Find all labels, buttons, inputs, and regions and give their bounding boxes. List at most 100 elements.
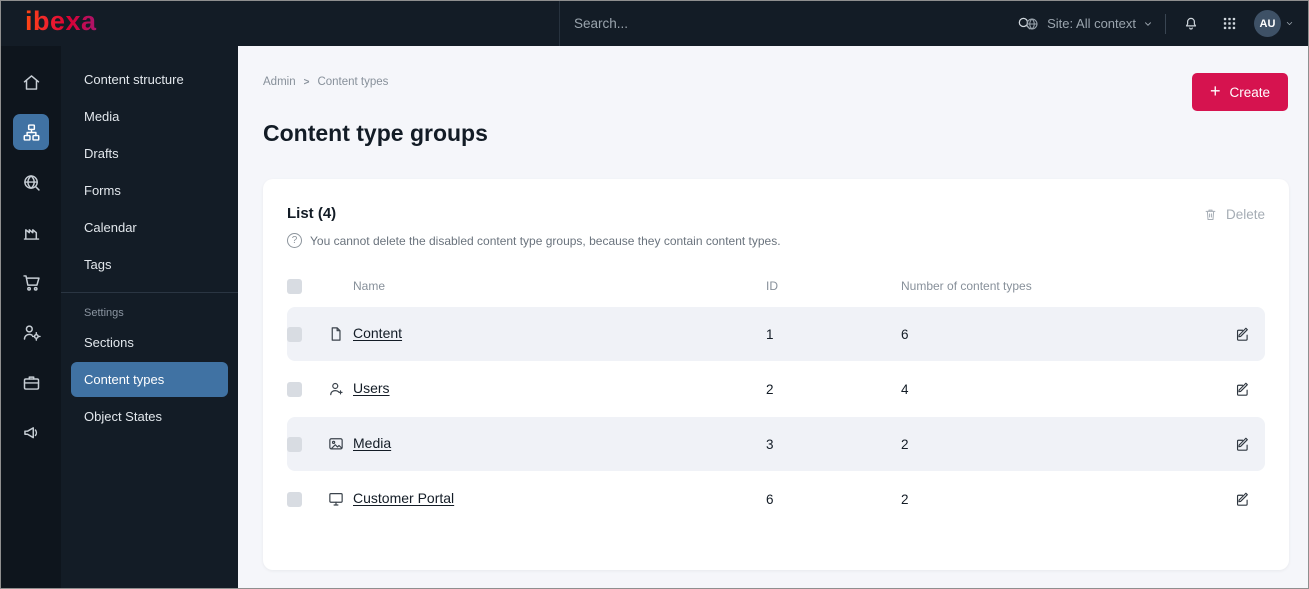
- topbar-right-cluster: Site: All context AU: [1024, 1, 1294, 46]
- group-link[interactable]: Media: [353, 435, 391, 451]
- row-checkbox[interactable]: [287, 326, 302, 342]
- rail-marketing-button[interactable]: [13, 414, 49, 450]
- breadcrumb-current: Content types: [317, 76, 389, 88]
- page-title: Content type groups: [263, 120, 488, 146]
- sidebar-item-calendar[interactable]: Calendar: [71, 210, 228, 245]
- rail-site-button[interactable]: [13, 164, 49, 200]
- icon-rail: [1, 46, 61, 588]
- site-search-icon: [23, 174, 40, 191]
- breadcrumb-admin[interactable]: Admin: [263, 76, 296, 88]
- create-button[interactable]: + Create: [1191, 73, 1288, 111]
- users-icon: [327, 380, 353, 398]
- group-id: 3: [766, 436, 774, 452]
- sidebar-item-tags[interactable]: Tags: [71, 247, 228, 282]
- sidebar-item-content-types[interactable]: Content types: [71, 362, 228, 397]
- group-count: 4: [901, 381, 909, 397]
- column-header-id: ID: [766, 279, 778, 293]
- commerce-cart-icon: [22, 274, 40, 291]
- sidebar-item-media[interactable]: Media: [71, 99, 228, 134]
- create-button-label: Create: [1229, 84, 1270, 100]
- ibexa-logo: ibexa: [25, 6, 97, 36]
- marketing-megaphone-icon: [23, 426, 37, 438]
- help-text: You cannot delete the disabled content t…: [310, 233, 781, 248]
- rail-admin-button[interactable]: [13, 364, 49, 400]
- main-content: Admin > Content types + Create Content t…: [238, 46, 1308, 588]
- rail-personalization-button[interactable]: [13, 314, 49, 350]
- list-title: List (4): [287, 205, 337, 222]
- breadcrumb-separator: >: [303, 76, 310, 88]
- edit-button[interactable]: [1234, 381, 1251, 398]
- content-type-groups-table: Name ID Number of content types Content …: [287, 266, 1265, 526]
- sidebar-item-drafts[interactable]: Drafts: [71, 136, 228, 171]
- chevron-down-icon: [1143, 19, 1153, 29]
- edit-button[interactable]: [1234, 326, 1251, 343]
- select-all-checkbox[interactable]: [287, 278, 302, 294]
- group-count: 2: [901, 491, 909, 507]
- top-bar: ibexa Site: All context: [1, 1, 1308, 46]
- site-context-selector[interactable]: Site: All context: [1024, 16, 1153, 32]
- trash-icon: [1205, 209, 1216, 220]
- personalization-icon: [23, 324, 41, 341]
- globe-icon: [1024, 16, 1040, 32]
- row-checkbox[interactable]: [287, 381, 302, 397]
- product-catalog-icon: [23, 228, 39, 240]
- avatar: AU: [1254, 10, 1281, 37]
- table-row: Users 2 4: [287, 362, 1265, 416]
- row-checkbox[interactable]: [287, 491, 302, 507]
- table-header-row: Name ID Number of content types: [287, 266, 1265, 306]
- notifications-button[interactable]: [1178, 11, 1204, 37]
- home-icon: [23, 74, 39, 90]
- site-context-label: Site: All context: [1047, 16, 1136, 31]
- group-id: 1: [766, 326, 774, 342]
- rail-content-structure-button[interactable]: [13, 114, 49, 150]
- group-count: 2: [901, 436, 909, 452]
- admin-toolbox-icon: [23, 375, 39, 390]
- customer-portal-icon: [327, 490, 353, 508]
- group-id: 6: [766, 491, 774, 507]
- edit-icon: [1236, 327, 1248, 341]
- user-menu[interactable]: AU: [1254, 10, 1294, 37]
- row-checkbox[interactable]: [287, 436, 302, 452]
- sidebar-divider: [61, 292, 238, 293]
- group-link[interactable]: Users: [353, 380, 390, 396]
- content-type-groups-card: List (4) ? You cannot delete the disable…: [263, 179, 1289, 570]
- media-image-icon: [327, 435, 353, 453]
- column-header-count: Number of content types: [901, 279, 1032, 293]
- app-switcher-button[interactable]: [1216, 11, 1242, 37]
- edit-button[interactable]: [1234, 436, 1251, 453]
- rail-home-button[interactable]: [13, 64, 49, 100]
- sidebar-item-sections[interactable]: Sections: [71, 325, 228, 360]
- table-row: Content 1 6: [287, 307, 1265, 361]
- sidebar-item-forms[interactable]: Forms: [71, 173, 228, 208]
- sidebar-item-content-structure[interactable]: Content structure: [71, 62, 228, 97]
- column-header-name: Name: [353, 279, 386, 293]
- content-file-icon: [327, 325, 353, 343]
- group-link[interactable]: Content: [353, 325, 402, 341]
- grid-icon: [1223, 17, 1235, 30]
- group-link[interactable]: Customer Portal: [353, 490, 454, 506]
- global-search: [559, 1, 1051, 46]
- rail-commerce-button[interactable]: [13, 264, 49, 300]
- group-count: 6: [901, 326, 909, 342]
- search-input[interactable]: [574, 16, 1011, 31]
- table-row: Media 3 2: [287, 417, 1265, 471]
- table-row: Customer Portal 6 2: [287, 472, 1265, 526]
- delete-button[interactable]: Delete: [1203, 207, 1265, 222]
- bell-icon: [1185, 17, 1197, 30]
- sidebar: Content structure Media Drafts Forms Cal…: [61, 46, 238, 588]
- help-icon[interactable]: ?: [287, 233, 302, 248]
- topbar-divider: [1165, 13, 1166, 34]
- app-window: ibexa Site: All context: [0, 0, 1309, 589]
- plus-icon: +: [1209, 81, 1221, 101]
- edit-icon: [1236, 437, 1248, 451]
- chevron-down-icon: [1285, 19, 1294, 28]
- edit-icon: [1236, 492, 1248, 506]
- breadcrumb: Admin > Content types: [263, 76, 388, 88]
- rail-product-catalog-button[interactable]: [13, 214, 49, 250]
- edit-button[interactable]: [1234, 491, 1251, 508]
- sidebar-item-object-states[interactable]: Object States: [71, 399, 228, 434]
- edit-icon: [1236, 382, 1248, 396]
- sidebar-settings-heading: Settings: [84, 307, 124, 319]
- group-id: 2: [766, 381, 774, 397]
- content-structure-icon: [23, 123, 39, 141]
